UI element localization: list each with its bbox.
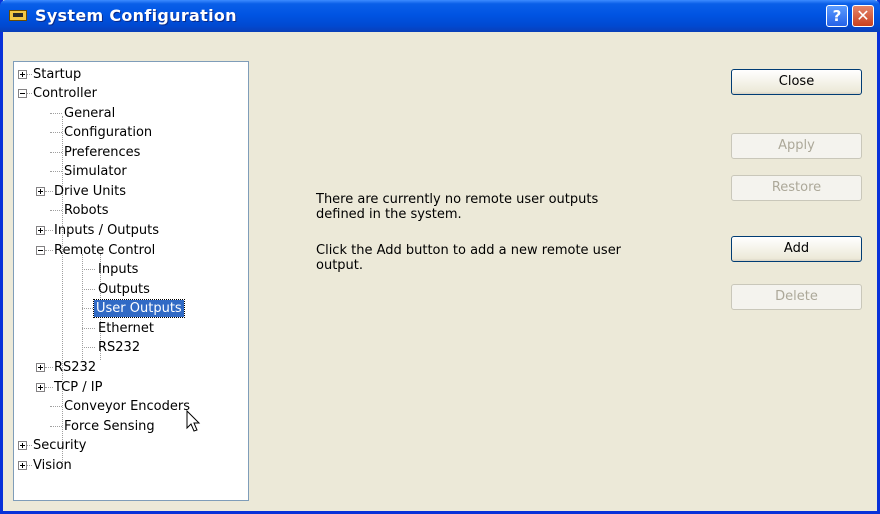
window-title: System Configuration	[35, 6, 237, 25]
tree-line	[82, 328, 95, 329]
close-button[interactable]: Close	[731, 69, 862, 95]
add-button[interactable]: Add	[731, 236, 862, 262]
tree-item-label: TCP / IP	[54, 380, 103, 395]
expand-icon[interactable]	[18, 461, 27, 470]
close-icon: ✕	[856, 6, 870, 25]
expand-icon[interactable]	[18, 70, 27, 79]
tree-item-label: Ethernet	[98, 321, 154, 336]
mouse-cursor-icon	[186, 410, 201, 432]
expand-icon[interactable]	[36, 187, 45, 196]
tree-line	[82, 347, 95, 348]
tree-item-label: Inputs / Outputs	[54, 223, 160, 238]
no-outputs-message: There are currently no remote user outpu…	[316, 192, 599, 222]
expand-icon[interactable]	[36, 383, 45, 392]
tree-item-label: Force Sensing	[64, 419, 155, 434]
add-instruction-message: Click the Add button to add a new remote…	[316, 243, 622, 273]
collapse-icon[interactable]	[18, 89, 27, 98]
expand-icon[interactable]	[18, 441, 27, 450]
help-button[interactable]: ?	[826, 5, 848, 27]
tree-item-label: Robots	[64, 203, 109, 218]
tree-line	[50, 406, 62, 407]
app-icon	[9, 10, 27, 21]
tree-item-label: Simulator	[64, 164, 127, 179]
tree-item-label: Outputs	[98, 282, 150, 297]
tree-item-label: Controller	[33, 86, 97, 101]
collapse-icon[interactable]	[36, 246, 45, 255]
tree-item-label: Preferences	[64, 145, 141, 160]
tree-item-label: User Outputs	[93, 299, 185, 318]
tree-item-label: Configuration	[64, 125, 153, 140]
tree-line	[50, 171, 62, 172]
tree-item-label: RS232	[98, 340, 141, 355]
expand-icon[interactable]	[36, 363, 45, 372]
tree-item-label: Vision	[33, 458, 72, 473]
tree-line	[82, 269, 95, 270]
delete-button[interactable]: Delete	[731, 284, 862, 310]
apply-button[interactable]: Apply	[731, 133, 862, 159]
restore-button[interactable]: Restore	[731, 175, 862, 201]
tree-item-label: Drive Units	[54, 184, 127, 199]
tree-line	[50, 426, 62, 427]
tree-line	[82, 289, 95, 290]
tree-line	[50, 152, 62, 153]
tree-item-label: RS232	[54, 360, 97, 375]
configuration-tree[interactable]: Startup Controller General Configuration…	[13, 61, 249, 501]
tree-item-label: General	[64, 106, 116, 121]
help-icon: ?	[832, 7, 842, 25]
tree-line	[50, 113, 62, 114]
expand-icon[interactable]	[36, 226, 45, 235]
tree-item-label: Security	[33, 438, 87, 453]
tree-item-label: Startup	[33, 67, 82, 82]
tree-item-label: Conveyor Encoders	[64, 399, 191, 414]
tree-line	[50, 132, 62, 133]
tree-item-label: Remote Control	[54, 243, 156, 258]
close-window-button[interactable]: ✕	[852, 5, 874, 27]
tree-item-label: Inputs	[98, 262, 139, 277]
tree-line	[50, 210, 62, 211]
system-configuration-window: System Configuration ? ✕ Startup Control…	[0, 0, 880, 514]
title-bar[interactable]: System Configuration ? ✕	[0, 0, 880, 32]
